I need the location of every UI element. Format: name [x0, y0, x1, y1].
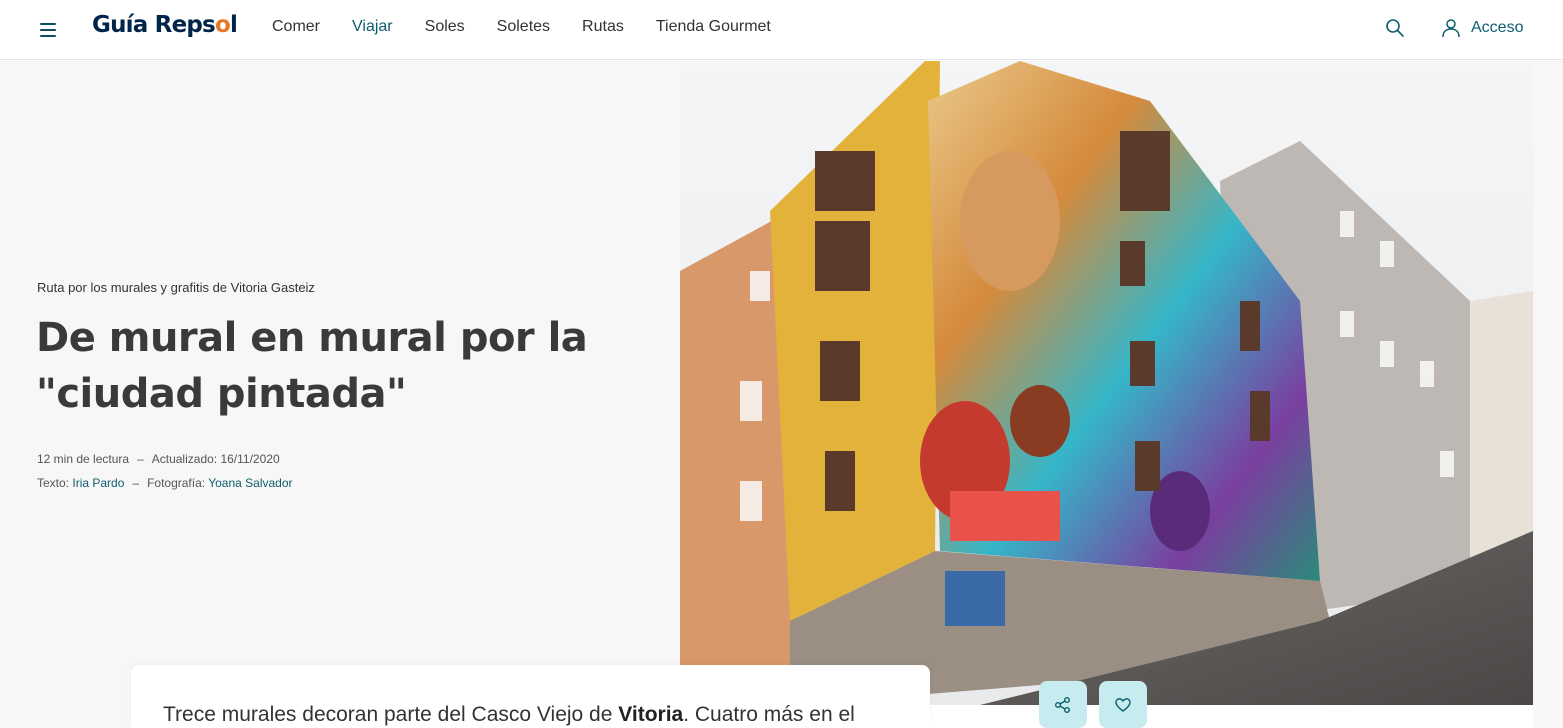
intro-card: Trece murales decoran parte del Casco Vi… — [131, 665, 930, 728]
nav-soles[interactable]: Soles — [425, 18, 465, 36]
article-kicker: Ruta por los murales y grafitis de Vitor… — [37, 280, 315, 295]
photo-credit-label: Fotografía: — [147, 476, 206, 490]
intro-paragraph: Trece murales decoran parte del Casco Vi… — [163, 703, 855, 726]
hamburger-menu-icon[interactable] — [38, 19, 60, 39]
updated-date: Actualizado: 16/11/2020 — [151, 452, 280, 466]
login-button[interactable]: Acceso — [1441, 18, 1523, 38]
nav-tienda-gourmet[interactable]: Tienda Gourmet — [656, 18, 771, 36]
nav-soletes[interactable]: Soletes — [497, 18, 550, 36]
article-title: De mural en mural por la "ciudad pintada… — [36, 315, 588, 417]
share-button[interactable] — [1039, 681, 1087, 728]
nav-comer[interactable]: Comer — [272, 18, 320, 36]
meta-dash: – — [132, 476, 140, 490]
login-label: Acceso — [1471, 19, 1524, 36]
nav-rutas[interactable]: Rutas — [582, 18, 624, 36]
text-credit-label: Texto: — [37, 476, 70, 490]
photo-author-link[interactable]: Yoana Salvador — [208, 476, 292, 490]
share-icon — [1055, 696, 1070, 713]
text-author-link[interactable]: Iria Pardo — [72, 476, 124, 490]
reading-time: 12 min de lectura — [37, 452, 130, 466]
article-meta-time: 12 min de lectura – Actualizado: 16/11/202… — [37, 452, 280, 466]
search-icon[interactable] — [1385, 18, 1407, 40]
favorite-button[interactable] — [1099, 681, 1147, 728]
meta-dash: – — [137, 452, 144, 466]
nav-viajar[interactable]: Viajar — [352, 18, 393, 36]
main-nav: Comer Viajar Soles Soletes Rutas Tienda … — [272, 18, 803, 36]
hero-mural-image — [680, 61, 1533, 705]
site-header: Guía Repsol Comer Viajar Soles Soletes R… — [0, 0, 1563, 60]
intro-city: Vitoria — [618, 703, 684, 726]
guia-repsol-logo[interactable]: Guía Repsol — [92, 12, 238, 38]
heart-icon — [1115, 697, 1131, 712]
article-meta-credits: Texto: Iria Pardo – Fotografía: Yoana Salv… — [37, 476, 293, 490]
hero-right-gutter — [1533, 61, 1563, 728]
user-icon — [1442, 19, 1460, 38]
